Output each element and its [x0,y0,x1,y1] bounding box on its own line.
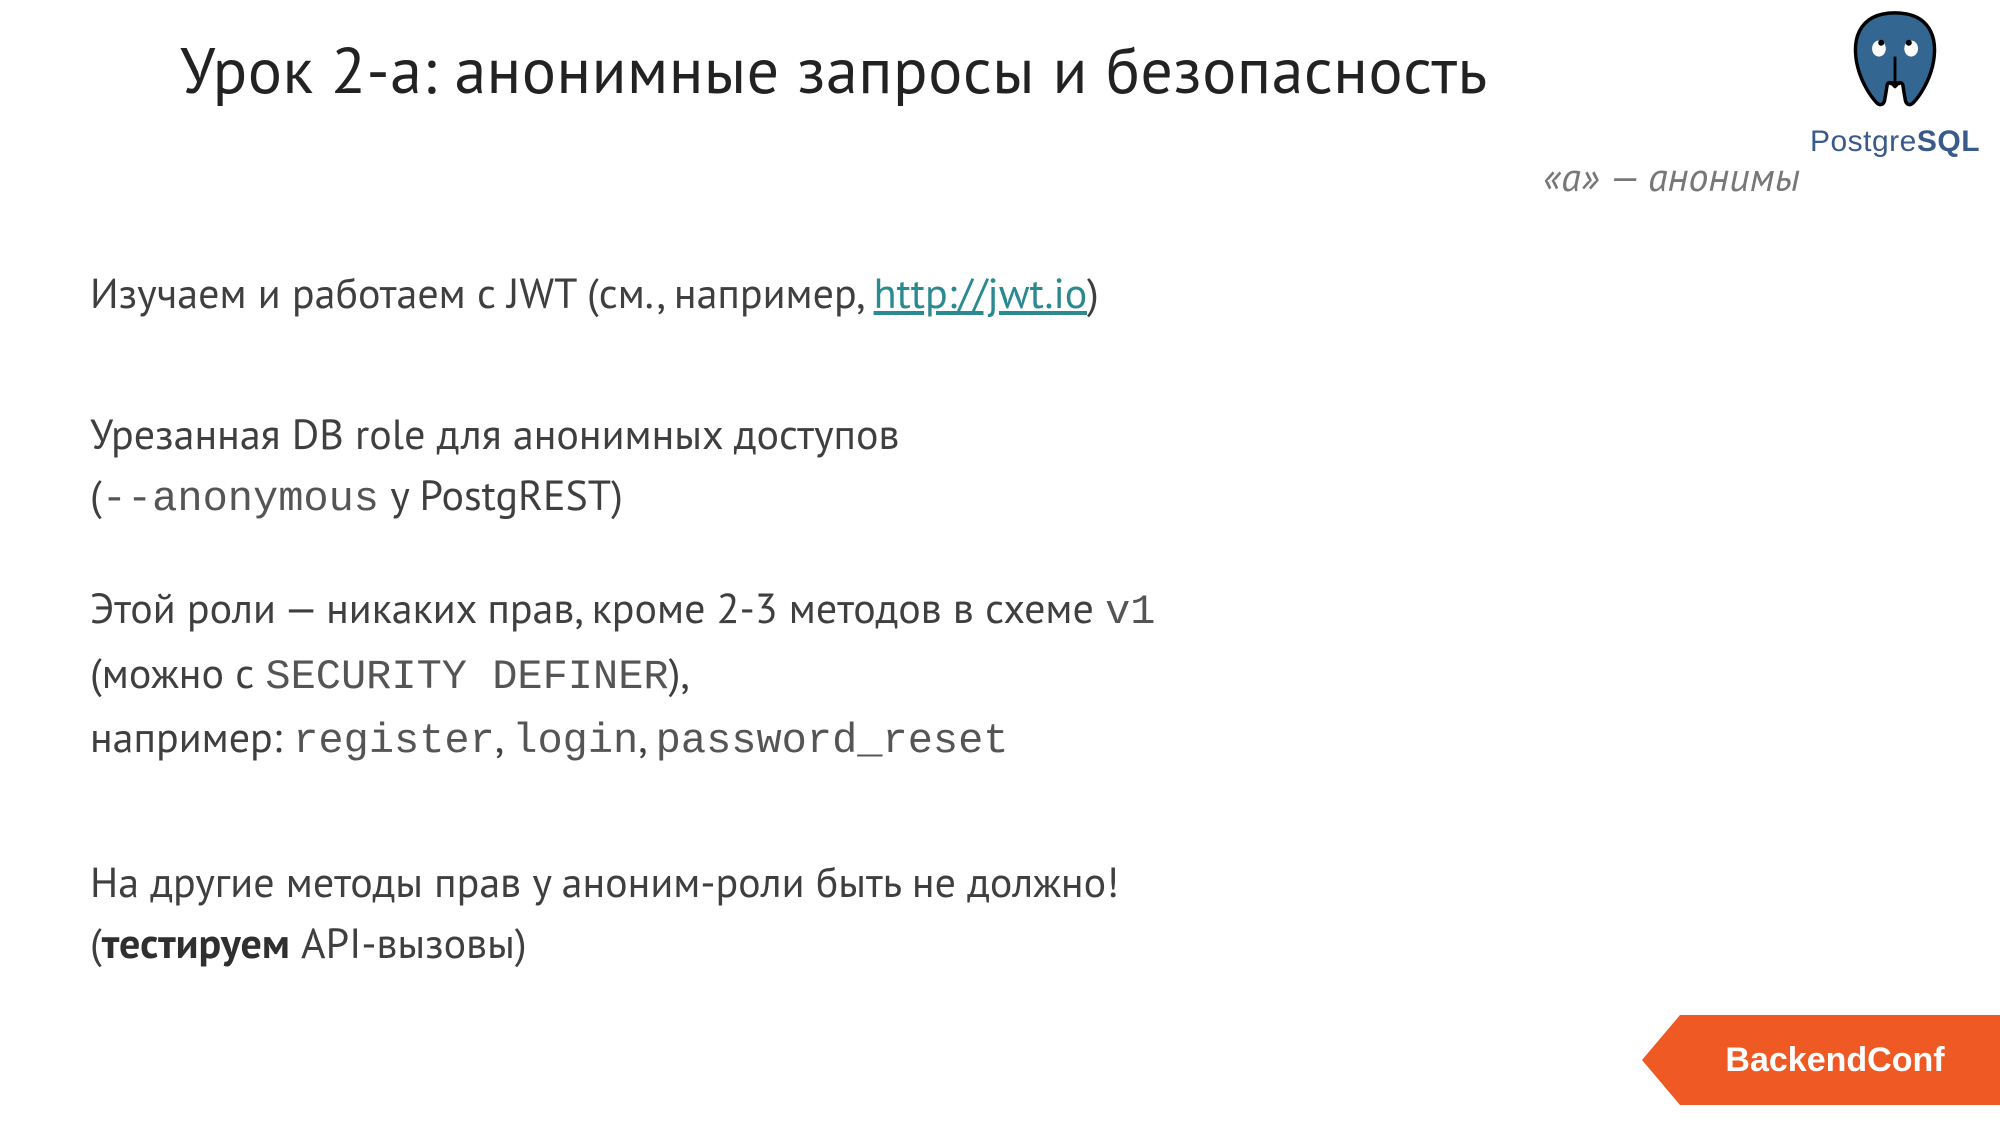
slide-body: Изучаем и работаем с JWT (см., например,… [90,263,1910,974]
text-bold: тестируем [102,915,290,970]
code-login: login [512,717,638,765]
text: ( [90,467,102,522]
code-password-reset: password_reset [656,717,1009,765]
postgresql-wordmark: PostgreSQL [1800,125,1990,159]
paragraph-dbrole: Урезанная DB role для анонимных доступов… [90,404,1910,530]
footer-text: BackendConf [1630,1015,2000,1105]
code-v1: v1 [1105,588,1155,636]
slide: PostgreSQL Урок 2-а: анонимные запросы и… [0,0,2000,1125]
jwt-link[interactable]: http://jwt.io [874,265,1087,320]
code-register: register [293,717,495,765]
text: Этой роли — никаких прав, кроме 2-3 мето… [90,580,1105,635]
elephant-icon [1835,6,1955,121]
text: , [638,709,655,764]
text: например: [90,709,293,764]
text: у PostgREST) [379,467,623,522]
postgresql-logo: PostgreSQL [1800,6,1990,159]
text: Изучаем и работаем с JWT (см., например, [90,265,874,320]
logo-text-sql: SQL [1917,125,1980,158]
code-anonymous: --anonymous [102,475,379,523]
text: API-вызовы) [290,915,527,970]
text: ( [90,915,102,970]
text: ), [669,645,690,700]
text: , [495,709,512,764]
paragraph-jwt: Изучаем и работаем с JWT (см., например,… [90,263,1910,324]
text: ) [1087,265,1099,320]
text: На другие методы прав у аноним-роли быть… [90,854,1119,909]
slide-title: Урок 2-а: анонимные запросы и безопаснос… [180,28,1910,111]
footer-badge: BackendConf [1630,1015,2000,1105]
slide-subtitle: «а» — анонимы [90,151,1800,203]
logo-text-postgre: Postgre [1810,125,1917,158]
code-security-definer: SECURITY DEFINER [265,653,668,701]
text: Урезанная DB role для анонимных доступов [90,406,899,461]
paragraph-roles: Этой роли — никаких прав, кроме 2-3 мето… [90,578,1910,773]
text: (можно с [90,645,265,700]
paragraph-warning: На другие методы прав у аноним-роли быть… [90,852,1910,974]
